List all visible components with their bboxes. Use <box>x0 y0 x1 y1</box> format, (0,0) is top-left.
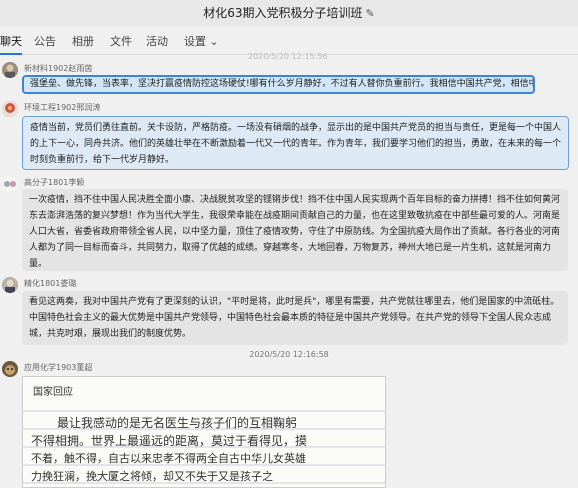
sender-name: 高分子1801李颖 <box>24 178 85 187</box>
group-title: 材化63期入党积极分子培训班 <box>203 6 363 20</box>
sender-name: 应用化学1903董超 <box>24 363 93 372</box>
sender-name: 精化1801娄璐 <box>24 279 77 288</box>
message-bubble[interactable]: 看见这两奏，我对中国共产党有了更深刻的认识，"平时是将，此时是兵"，哪里有需要，… <box>22 291 568 345</box>
message-text: 强堡垒、做先锋，当表率，坚决打赢疫情防控这场硬仗!哪有什么岁月静好，不过有人替你… <box>30 79 535 89</box>
handwritten-note-image[interactable]: 国家回应 最让我感动的是无名医生与孩子们的互相鞠躬 不得相拥。世界上最遥远的距离… <box>22 376 386 488</box>
handwritten-line: 不得相拥。世界上最遥远的距离，莫过于看得见，摸 <box>31 434 308 448</box>
message-text: 疫情当前，党员们勇往直前。关卡设防，严格防疫。一场没有硝烟的战争，显示出的是中国… <box>30 123 562 165</box>
tab-announcement[interactable]: 公告 <box>34 33 56 49</box>
handwritten-line: 力挽狂澜，挽大厦之将倾，却又不失于又是孩子之 <box>31 470 273 483</box>
handwritten-line: 不着，触不得，自古以来忠孝不得两全自古中华儿女英雄 <box>31 452 306 465</box>
tab-files[interactable]: 文件 <box>110 33 132 49</box>
avatar[interactable] <box>2 176 18 192</box>
sender-name: 环境工程1902邢润涛 <box>24 103 101 112</box>
handwritten-line: 国家回应 <box>33 387 73 398</box>
message-bubble[interactable]: 一次疫情，挡不住中国人民决胜全面小康、决战脱贫攻坚的铿锵步伐！挡不住中国人民实现… <box>22 189 568 271</box>
window-title-bar: 材化63期入党积极分子培训班 ✎ <box>0 0 578 26</box>
message-bubble[interactable]: 强堡垒、做先锋，当表率，坚决打赢疫情防控这场硬仗!哪有什么岁月静好，不过有人替你… <box>22 75 535 94</box>
tab-settings[interactable]: 设置 ⌄ <box>184 33 219 49</box>
tab-settings-label: 设置 <box>184 35 206 48</box>
tab-album[interactable]: 相册 <box>72 33 94 49</box>
message-bubble[interactable]: 疫情当前，党员们勇往直前。关卡设防，严格防疫。一场没有硝烟的战争，显示出的是中国… <box>22 116 569 170</box>
edit-icon[interactable]: ✎ <box>366 7 375 20</box>
handwritten-line: 最让我感动的是无名医生与孩子们的互相鞠躬 <box>57 416 298 430</box>
chevron-down-icon: ⌄ <box>209 35 219 48</box>
avatar[interactable] <box>2 62 18 78</box>
avatar[interactable] <box>2 361 18 377</box>
message-timestamp: 2020/5/20 12:16:58 <box>249 350 329 359</box>
tab-chat[interactable]: 聊天 <box>0 33 22 55</box>
message-text: 看见这两奏，我对中国共产党有了更深刻的认识，"平时是将，此时是兵"，哪里有需要，… <box>29 297 560 339</box>
avatar[interactable] <box>2 101 18 117</box>
message-text: 一次疫情，挡不住中国人民决胜全面小康、决战脱贫攻坚的铿锵步伐！挡不住中国人民实现… <box>29 195 561 269</box>
faded-timestamp: 2020/5/20 12:15:56 <box>248 52 328 61</box>
tab-activity[interactable]: 活动 <box>146 33 168 49</box>
sender-name: 新材料1902赵雨茵 <box>24 64 93 73</box>
avatar[interactable] <box>2 277 18 293</box>
tab-bar: 聊天 公告 相册 文件 活动 设置 ⌄ <box>0 26 578 55</box>
